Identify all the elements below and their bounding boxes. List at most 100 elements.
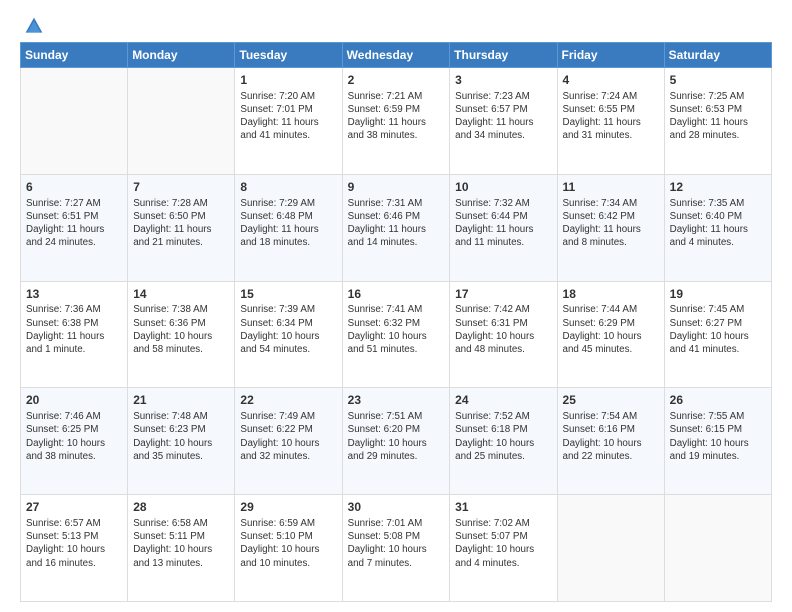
day-info: Sunrise: 7:27 AM Sunset: 6:51 PM Dayligh…: [26, 197, 122, 250]
day-number: 7: [133, 179, 229, 196]
logo: [20, 16, 44, 32]
day-number: 22: [240, 392, 336, 409]
calendar-cell: [128, 68, 235, 175]
day-info: Sunrise: 7:23 AM Sunset: 6:57 PM Dayligh…: [455, 90, 551, 143]
calendar-cell: 7Sunrise: 7:28 AM Sunset: 6:50 PM Daylig…: [128, 174, 235, 281]
calendar-cell: 13Sunrise: 7:36 AM Sunset: 6:38 PM Dayli…: [21, 281, 128, 388]
day-number: 1: [240, 72, 336, 89]
day-info: Sunrise: 7:29 AM Sunset: 6:48 PM Dayligh…: [240, 197, 336, 250]
day-number: 14: [133, 286, 229, 303]
calendar-cell: 23Sunrise: 7:51 AM Sunset: 6:20 PM Dayli…: [342, 388, 450, 495]
day-info: Sunrise: 7:31 AM Sunset: 6:46 PM Dayligh…: [348, 197, 445, 250]
day-number: 6: [26, 179, 122, 196]
calendar-cell: 4Sunrise: 7:24 AM Sunset: 6:55 PM Daylig…: [557, 68, 664, 175]
day-info: Sunrise: 7:45 AM Sunset: 6:27 PM Dayligh…: [670, 303, 766, 356]
calendar-cell: 2Sunrise: 7:21 AM Sunset: 6:59 PM Daylig…: [342, 68, 450, 175]
day-number: 10: [455, 179, 551, 196]
calendar-cell: 29Sunrise: 6:59 AM Sunset: 5:10 PM Dayli…: [235, 495, 342, 602]
day-info: Sunrise: 7:39 AM Sunset: 6:34 PM Dayligh…: [240, 303, 336, 356]
day-info: Sunrise: 7:01 AM Sunset: 5:08 PM Dayligh…: [348, 517, 445, 570]
day-number: 25: [563, 392, 659, 409]
calendar-week-2: 13Sunrise: 7:36 AM Sunset: 6:38 PM Dayli…: [21, 281, 772, 388]
day-info: Sunrise: 7:35 AM Sunset: 6:40 PM Dayligh…: [670, 197, 766, 250]
day-info: Sunrise: 7:21 AM Sunset: 6:59 PM Dayligh…: [348, 90, 445, 143]
day-number: 24: [455, 392, 551, 409]
day-info: Sunrise: 7:32 AM Sunset: 6:44 PM Dayligh…: [455, 197, 551, 250]
day-number: 4: [563, 72, 659, 89]
day-info: Sunrise: 7:20 AM Sunset: 7:01 PM Dayligh…: [240, 90, 336, 143]
day-info: Sunrise: 7:28 AM Sunset: 6:50 PM Dayligh…: [133, 197, 229, 250]
day-number: 21: [133, 392, 229, 409]
day-info: Sunrise: 7:38 AM Sunset: 6:36 PM Dayligh…: [133, 303, 229, 356]
day-info: Sunrise: 7:02 AM Sunset: 5:07 PM Dayligh…: [455, 517, 551, 570]
day-number: 29: [240, 499, 336, 516]
day-number: 2: [348, 72, 445, 89]
day-info: Sunrise: 7:42 AM Sunset: 6:31 PM Dayligh…: [455, 303, 551, 356]
calendar-cell: [21, 68, 128, 175]
day-info: Sunrise: 7:34 AM Sunset: 6:42 PM Dayligh…: [563, 197, 659, 250]
day-number: 11: [563, 179, 659, 196]
calendar-cell: 8Sunrise: 7:29 AM Sunset: 6:48 PM Daylig…: [235, 174, 342, 281]
day-number: 9: [348, 179, 445, 196]
day-number: 30: [348, 499, 445, 516]
calendar-cell: 18Sunrise: 7:44 AM Sunset: 6:29 PM Dayli…: [557, 281, 664, 388]
day-number: 19: [670, 286, 766, 303]
day-number: 15: [240, 286, 336, 303]
calendar-cell: 31Sunrise: 7:02 AM Sunset: 5:07 PM Dayli…: [450, 495, 557, 602]
calendar-cell: 20Sunrise: 7:46 AM Sunset: 6:25 PM Dayli…: [21, 388, 128, 495]
calendar-cell: 19Sunrise: 7:45 AM Sunset: 6:27 PM Dayli…: [664, 281, 771, 388]
calendar-cell: 30Sunrise: 7:01 AM Sunset: 5:08 PM Dayli…: [342, 495, 450, 602]
calendar-header-tuesday: Tuesday: [235, 43, 342, 68]
calendar-cell: 11Sunrise: 7:34 AM Sunset: 6:42 PM Dayli…: [557, 174, 664, 281]
day-info: Sunrise: 7:48 AM Sunset: 6:23 PM Dayligh…: [133, 410, 229, 463]
day-info: Sunrise: 7:24 AM Sunset: 6:55 PM Dayligh…: [563, 90, 659, 143]
day-info: Sunrise: 7:36 AM Sunset: 6:38 PM Dayligh…: [26, 303, 122, 356]
calendar-cell: 22Sunrise: 7:49 AM Sunset: 6:22 PM Dayli…: [235, 388, 342, 495]
calendar-cell: 17Sunrise: 7:42 AM Sunset: 6:31 PM Dayli…: [450, 281, 557, 388]
day-number: 28: [133, 499, 229, 516]
logo-icon: [24, 16, 44, 36]
calendar-header-wednesday: Wednesday: [342, 43, 450, 68]
calendar-week-1: 6Sunrise: 7:27 AM Sunset: 6:51 PM Daylig…: [21, 174, 772, 281]
header: [20, 16, 772, 32]
calendar-cell: 5Sunrise: 7:25 AM Sunset: 6:53 PM Daylig…: [664, 68, 771, 175]
day-number: 5: [670, 72, 766, 89]
day-number: 31: [455, 499, 551, 516]
calendar-cell: [664, 495, 771, 602]
calendar-header-friday: Friday: [557, 43, 664, 68]
day-number: 8: [240, 179, 336, 196]
calendar-cell: 24Sunrise: 7:52 AM Sunset: 6:18 PM Dayli…: [450, 388, 557, 495]
day-number: 13: [26, 286, 122, 303]
day-number: 17: [455, 286, 551, 303]
calendar-cell: 3Sunrise: 7:23 AM Sunset: 6:57 PM Daylig…: [450, 68, 557, 175]
day-number: 16: [348, 286, 445, 303]
calendar-cell: 26Sunrise: 7:55 AM Sunset: 6:15 PM Dayli…: [664, 388, 771, 495]
day-number: 23: [348, 392, 445, 409]
calendar-header-sunday: Sunday: [21, 43, 128, 68]
day-info: Sunrise: 7:49 AM Sunset: 6:22 PM Dayligh…: [240, 410, 336, 463]
day-number: 26: [670, 392, 766, 409]
calendar-cell: 10Sunrise: 7:32 AM Sunset: 6:44 PM Dayli…: [450, 174, 557, 281]
day-info: Sunrise: 7:54 AM Sunset: 6:16 PM Dayligh…: [563, 410, 659, 463]
calendar-cell: 25Sunrise: 7:54 AM Sunset: 6:16 PM Dayli…: [557, 388, 664, 495]
day-number: 12: [670, 179, 766, 196]
calendar-header-row: SundayMondayTuesdayWednesdayThursdayFrid…: [21, 43, 772, 68]
calendar-cell: 27Sunrise: 6:57 AM Sunset: 5:13 PM Dayli…: [21, 495, 128, 602]
day-number: 20: [26, 392, 122, 409]
calendar-cell: 12Sunrise: 7:35 AM Sunset: 6:40 PM Dayli…: [664, 174, 771, 281]
calendar-cell: 21Sunrise: 7:48 AM Sunset: 6:23 PM Dayli…: [128, 388, 235, 495]
page: SundayMondayTuesdayWednesdayThursdayFrid…: [0, 0, 792, 612]
day-info: Sunrise: 7:46 AM Sunset: 6:25 PM Dayligh…: [26, 410, 122, 463]
calendar-cell: 16Sunrise: 7:41 AM Sunset: 6:32 PM Dayli…: [342, 281, 450, 388]
day-number: 27: [26, 499, 122, 516]
day-info: Sunrise: 6:57 AM Sunset: 5:13 PM Dayligh…: [26, 517, 122, 570]
calendar-cell: 1Sunrise: 7:20 AM Sunset: 7:01 PM Daylig…: [235, 68, 342, 175]
calendar-header-saturday: Saturday: [664, 43, 771, 68]
calendar-cell: 28Sunrise: 6:58 AM Sunset: 5:11 PM Dayli…: [128, 495, 235, 602]
calendar-week-4: 27Sunrise: 6:57 AM Sunset: 5:13 PM Dayli…: [21, 495, 772, 602]
day-number: 18: [563, 286, 659, 303]
calendar-table: SundayMondayTuesdayWednesdayThursdayFrid…: [20, 42, 772, 602]
calendar-cell: 15Sunrise: 7:39 AM Sunset: 6:34 PM Dayli…: [235, 281, 342, 388]
calendar-cell: 6Sunrise: 7:27 AM Sunset: 6:51 PM Daylig…: [21, 174, 128, 281]
calendar-cell: [557, 495, 664, 602]
